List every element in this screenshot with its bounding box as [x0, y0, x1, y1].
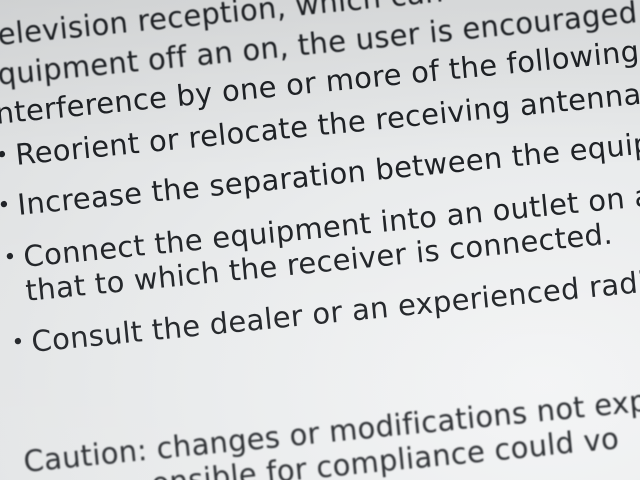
bullet-icon: •	[10, 329, 27, 356]
document-photo: elevision reception, which can quipment …	[0, 0, 640, 480]
bullet-icon: •	[2, 244, 19, 271]
